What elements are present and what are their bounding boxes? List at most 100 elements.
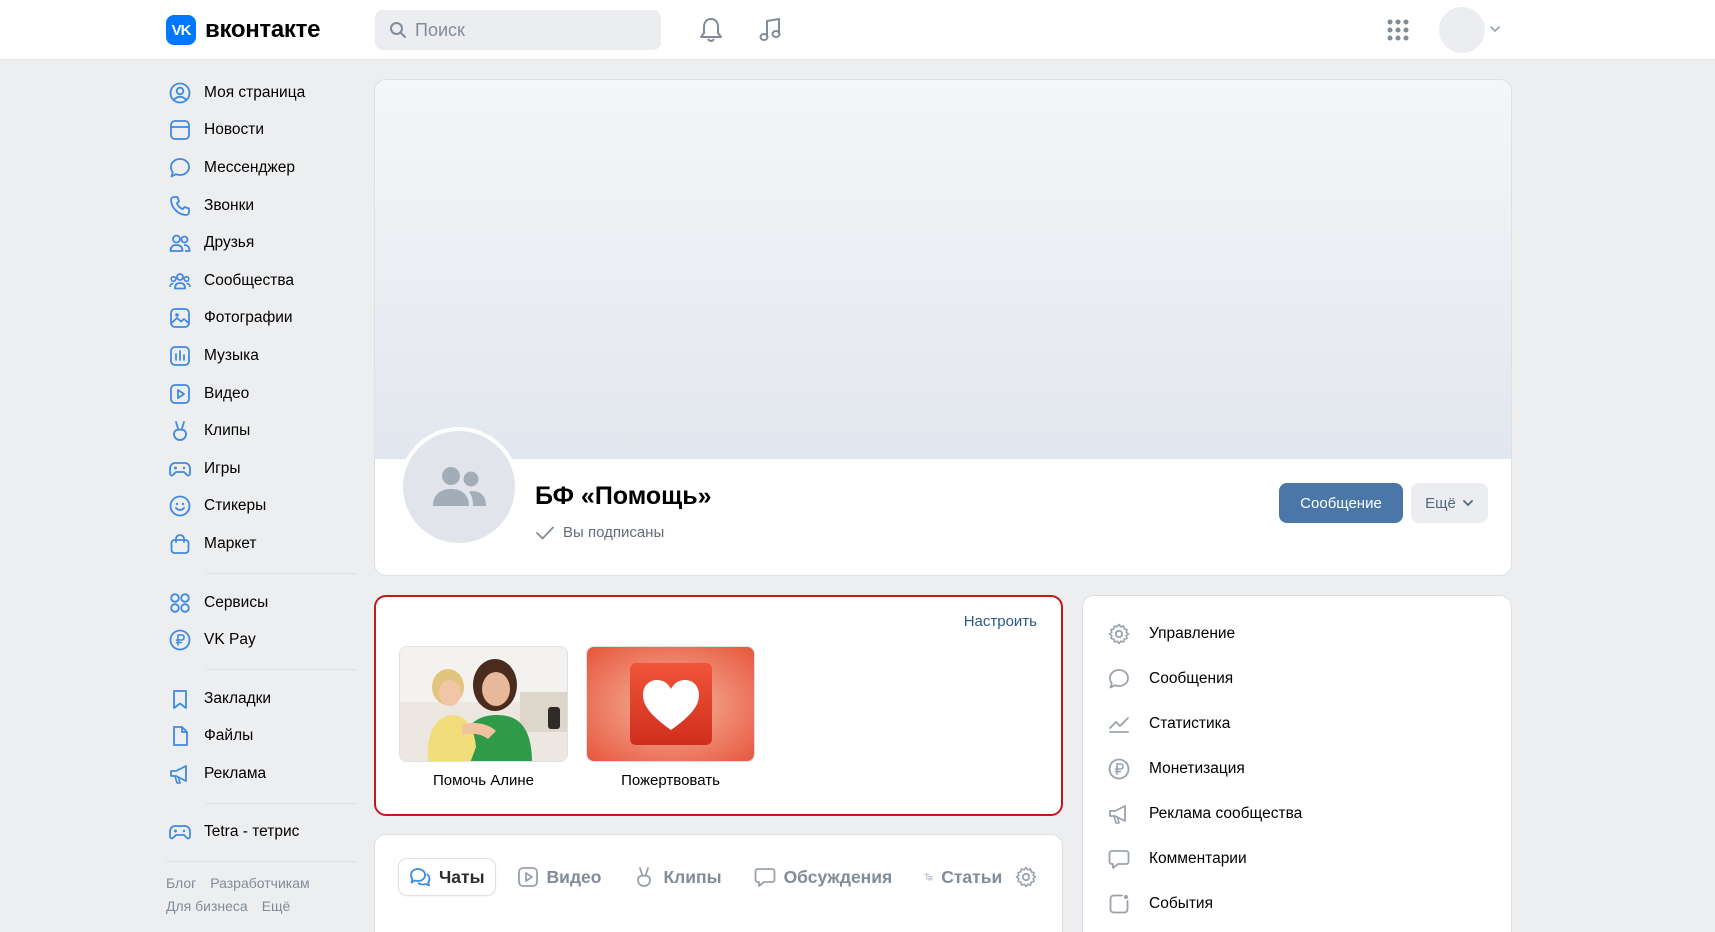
menu-item-statistics[interactable]: Статистика bbox=[1107, 701, 1302, 746]
sidebar-item-music[interactable]: Музыка bbox=[166, 337, 356, 375]
ruble-circle-icon bbox=[1107, 757, 1131, 781]
sidebar-item-label: Закладки bbox=[204, 689, 272, 707]
configure-widgets-link[interactable]: Настроить bbox=[964, 613, 1037, 630]
sidebar-item-label: Сервисы bbox=[204, 593, 269, 611]
widget-donate[interactable]: Пожертвовать bbox=[586, 646, 755, 789]
group-placeholder-icon bbox=[433, 467, 486, 506]
gear-icon bbox=[1107, 622, 1131, 646]
sidebar-item-label: VK Pay bbox=[204, 631, 256, 649]
news-icon bbox=[168, 118, 192, 142]
footer-link-business[interactable]: Для бизнеса bbox=[166, 898, 248, 914]
group-avatar[interactable] bbox=[399, 427, 519, 547]
search-box[interactable] bbox=[375, 10, 661, 50]
sidebar-item-communities[interactable]: Сообщества bbox=[166, 262, 356, 300]
sidebar-item-friends[interactable]: Друзья bbox=[166, 224, 356, 262]
events-icon bbox=[1107, 892, 1131, 916]
tab-label: Видео bbox=[546, 866, 602, 887]
apps-grid-icon[interactable] bbox=[1383, 15, 1413, 45]
widget-heart-image bbox=[586, 646, 755, 762]
sidebar-item-label: Игры bbox=[204, 459, 241, 477]
tab-discussions[interactable]: Обсуждения bbox=[744, 859, 903, 895]
tab-chats[interactable]: Чаты bbox=[399, 859, 495, 895]
bell-icon[interactable] bbox=[696, 15, 726, 45]
sidebar-item-photos[interactable]: Фотографии bbox=[166, 300, 356, 338]
chevron-down-icon[interactable] bbox=[1489, 24, 1501, 34]
message-icon bbox=[1107, 667, 1131, 691]
communities-icon bbox=[168, 269, 192, 293]
tab-label: Обсуждения bbox=[783, 866, 893, 887]
user-circle-icon bbox=[168, 81, 192, 105]
tab-video[interactable]: Видео bbox=[507, 859, 612, 895]
clips-icon bbox=[168, 419, 192, 443]
sidebar-item-messenger[interactable]: Мессенджер bbox=[166, 149, 356, 187]
sidebar-item-label: Стикеры bbox=[204, 497, 267, 515]
footer-link-developers[interactable]: Разработчикам bbox=[210, 875, 309, 891]
menu-item-manage[interactable]: Управление bbox=[1107, 611, 1302, 656]
sidebar-item-clips[interactable]: Клипы bbox=[166, 412, 356, 450]
sidebar-item-label: Друзья bbox=[204, 234, 255, 252]
sidebar-item-label: Фотографии bbox=[204, 309, 293, 327]
tab-clips[interactable]: Клипы bbox=[623, 859, 731, 895]
menu-item-comments[interactable]: Комментарии bbox=[1107, 836, 1302, 881]
user-avatar[interactable] bbox=[1439, 7, 1485, 53]
clips-icon bbox=[637, 867, 652, 887]
sidebar-item-label: Видео bbox=[204, 384, 250, 402]
search-icon bbox=[389, 21, 407, 39]
content-tabs-card: Чаты Видео Клипы Обсуждения Статьи bbox=[374, 834, 1063, 932]
sidebar-item-games[interactable]: Игры bbox=[166, 450, 356, 488]
vk-logo[interactable]: VK вконтакте bbox=[166, 15, 320, 45]
music-icon[interactable] bbox=[755, 15, 785, 45]
sidebar-item-label: Моя страница bbox=[204, 83, 306, 101]
sidebar-item-ads[interactable]: Реклама bbox=[166, 755, 356, 793]
sidebar-item-video[interactable]: Видео bbox=[166, 375, 356, 413]
sidebar-item-tetra[interactable]: Tetra - тетрис bbox=[166, 814, 356, 852]
sidebar-item-calls[interactable]: Звонки bbox=[166, 187, 356, 225]
sidebar-item-label: Маркет bbox=[204, 534, 257, 552]
sidebar-item-my-page[interactable]: Моя страница bbox=[166, 74, 356, 112]
footer-link-blog[interactable]: Блог bbox=[166, 875, 196, 891]
sidebar-item-stickers[interactable]: Стикеры bbox=[166, 488, 356, 526]
sidebar-item-vk-pay[interactable]: VK Pay bbox=[166, 621, 356, 659]
menu-item-monetization[interactable]: Монетизация bbox=[1107, 746, 1302, 791]
vk-logo-mark: VK bbox=[166, 15, 196, 45]
message-button[interactable]: Сообщение bbox=[1279, 483, 1403, 523]
sidebar-item-label: Реклама bbox=[204, 764, 267, 782]
menu-item-events[interactable]: События bbox=[1107, 881, 1302, 926]
sidebar-item-files[interactable]: Файлы bbox=[166, 718, 356, 756]
sidebar-item-label: Музыка bbox=[204, 346, 259, 364]
more-button-label: Ещё bbox=[1425, 494, 1456, 512]
more-button[interactable]: Ещё bbox=[1411, 483, 1488, 523]
sidebar-item-services[interactable]: Сервисы bbox=[166, 584, 356, 622]
menu-item-label: События bbox=[1149, 894, 1213, 912]
sidebar-divider bbox=[166, 861, 356, 863]
tab-articles[interactable]: Статьи bbox=[914, 859, 1002, 895]
tab-label: Статьи bbox=[941, 866, 1003, 887]
phone-icon bbox=[168, 194, 192, 218]
services-grid-icon bbox=[168, 591, 192, 615]
menu-item-label: Реклама сообщества bbox=[1149, 804, 1303, 822]
video-icon bbox=[517, 867, 538, 887]
sidebar-item-news[interactable]: Новости bbox=[166, 112, 356, 150]
search-input[interactable] bbox=[415, 19, 645, 41]
menu-item-community-ads[interactable]: Реклама сообщества bbox=[1107, 791, 1302, 836]
group-name: БФ «Помощь» bbox=[535, 482, 712, 510]
sidebar-item-bookmarks[interactable]: Закладки bbox=[166, 680, 356, 718]
footer-link-more[interactable]: Ещё bbox=[262, 898, 291, 914]
subscription-status[interactable]: Вы подписаны bbox=[535, 524, 664, 541]
market-bag-icon bbox=[168, 532, 192, 556]
sidebar-footer-links: Блог Разработчикам Для бизнеса Ещё bbox=[166, 872, 356, 918]
widget-help-alina[interactable]: Помочь Алине bbox=[399, 646, 568, 789]
stats-icon bbox=[1107, 712, 1131, 736]
check-icon bbox=[536, 526, 554, 539]
music-icon bbox=[168, 344, 192, 368]
megaphone-icon bbox=[1107, 802, 1131, 826]
tab-label: Клипы bbox=[663, 866, 722, 887]
menu-item-label: Комментарии bbox=[1149, 849, 1247, 867]
menu-item-messages[interactable]: Сообщения bbox=[1107, 656, 1302, 701]
gear-icon[interactable] bbox=[1015, 866, 1037, 888]
sidebar-item-label: Мессенджер bbox=[204, 158, 296, 176]
subscription-status-label: Вы подписаны bbox=[563, 524, 665, 541]
widget-photo-mother-child bbox=[399, 646, 568, 762]
bookmark-icon bbox=[168, 687, 192, 711]
sidebar-item-market[interactable]: Маркет bbox=[166, 525, 356, 563]
